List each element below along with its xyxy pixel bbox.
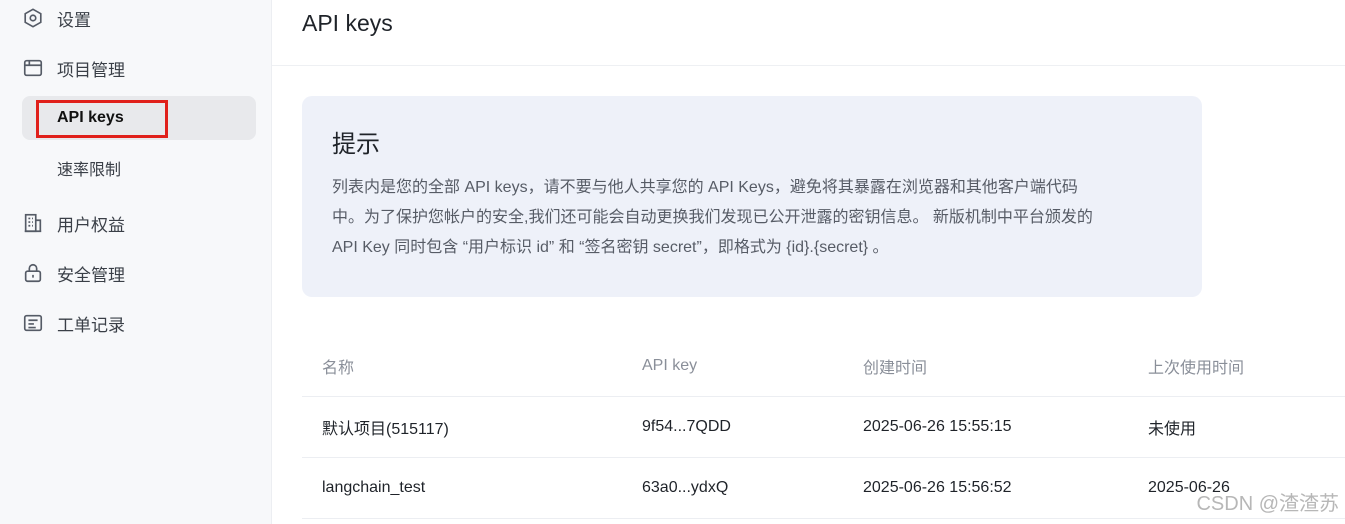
watermark: CSDN @渣渣苏	[1196, 493, 1339, 515]
settings-icon	[22, 7, 44, 29]
cell-created: 2025-06-26 15:56:52	[863, 479, 1012, 496]
sidebar-subitem-api-keys[interactable]: API keys	[22, 96, 256, 140]
cell-last-used: 未使用	[1148, 421, 1197, 438]
cell-created: 2025-06-26 15:55:15	[863, 418, 1012, 435]
cell-name: 默认项目(515117)	[322, 421, 449, 438]
sidebar-item-label: 项目管理	[57, 60, 125, 80]
cell-api-key: 9f54...7QDD	[642, 418, 731, 435]
sidebar: 设置 项目管理 API keys 速率限制 用户权益 安全管理 工单记录	[0, 0, 272, 524]
notice-box: 提示 列表内是您的全部 API keys，请不要与他人共享您的 API Keys…	[302, 96, 1202, 297]
table-row[interactable]: langchain_test 63a0...ydxQ 2025-06-26 15…	[302, 458, 1345, 519]
sidebar-item-label: 工单记录	[57, 315, 125, 335]
notice-line: API Key 同时包含 “用户标识 id” 和 “签名密钥 secret”，即…	[332, 239, 889, 256]
sidebar-item-security[interactable]: 安全管理	[22, 260, 125, 286]
column-header-last-used: 上次使用时间	[1148, 360, 1245, 377]
cell-name: langchain_test	[322, 479, 426, 496]
notice-title: 提示	[332, 131, 380, 158]
sidebar-item-label: 用户权益	[57, 215, 125, 235]
building-icon	[22, 212, 44, 234]
notice-line: 列表内是您的全部 API keys，请不要与他人共享您的 API Keys，避免…	[332, 179, 1078, 196]
sidebar-item-tickets[interactable]: 工单记录	[22, 310, 125, 336]
sidebar-item-settings[interactable]: 设置	[22, 5, 91, 31]
sidebar-subitem-label: API keys	[57, 109, 124, 126]
column-header-api-key: API key	[642, 357, 698, 374]
sidebar-item-project-management[interactable]: 项目管理	[22, 55, 125, 81]
sidebar-subitem-rate-limit[interactable]: 速率限制	[22, 146, 256, 190]
table-header-row: 名称 API key 创建时间 上次使用时间	[302, 336, 1345, 397]
column-header-created: 创建时间	[863, 360, 928, 377]
page-title: API keys	[302, 10, 393, 36]
sidebar-item-label: 安全管理	[57, 265, 125, 285]
sidebar-item-user-benefits[interactable]: 用户权益	[22, 210, 125, 236]
table-row[interactable]: 默认项目(515117) 9f54...7QDD 2025-06-26 15:5…	[302, 397, 1345, 458]
cell-api-key: 63a0...ydxQ	[642, 479, 729, 496]
page-header: API keys	[272, 0, 1345, 66]
api-keys-table: 名称 API key 创建时间 上次使用时间 默认项目(515117) 9f54…	[302, 336, 1345, 519]
sidebar-subitem-label: 速率限制	[57, 162, 122, 179]
sidebar-item-label: 设置	[57, 10, 91, 30]
ticket-icon	[22, 312, 44, 334]
column-header-name: 名称	[322, 360, 355, 377]
lock-icon	[22, 262, 44, 284]
project-icon	[22, 57, 44, 79]
notice-line: 中。为了保护您帐户的安全,我们还可能会自动更换我们发现已公开泄露的密钥信息。 新…	[332, 209, 1093, 226]
